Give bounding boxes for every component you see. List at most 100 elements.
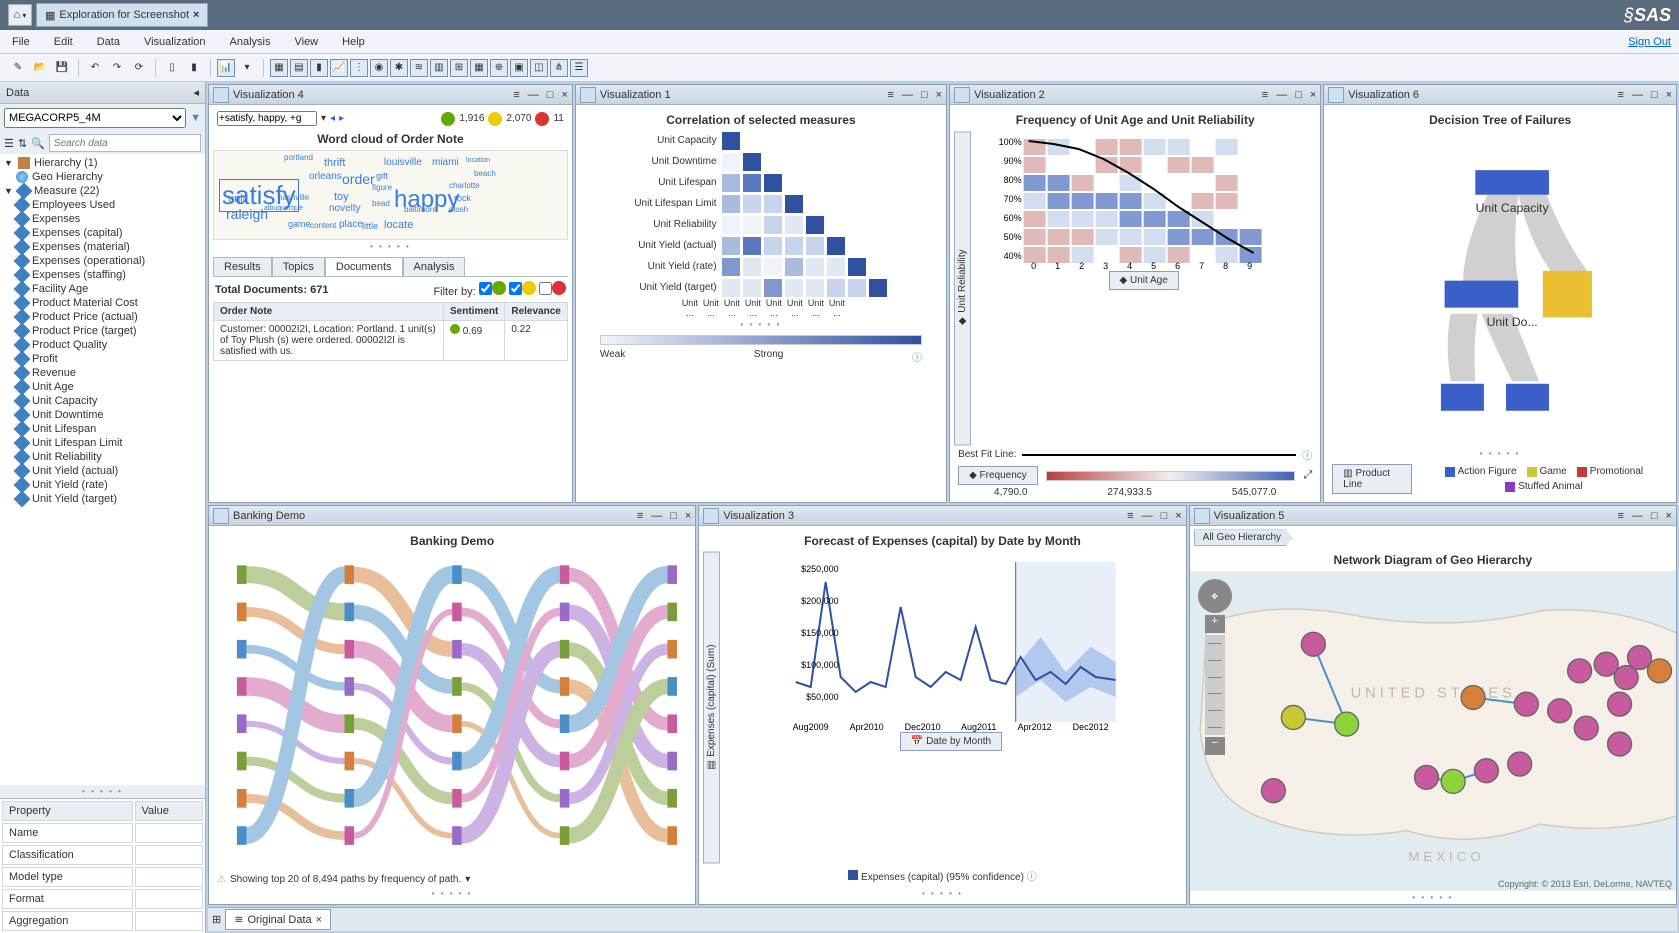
measure-group[interactable]: ▼ Measure (22) (0, 184, 205, 198)
corr-cell[interactable] (847, 257, 867, 277)
measure-item[interactable]: Employees Used (0, 198, 205, 212)
word-location[interactable]: location (466, 157, 490, 164)
search-input[interactable] (49, 134, 201, 152)
map-nav-controls[interactable]: ✥ + − (1198, 579, 1232, 755)
maximize-icon[interactable]: □ (547, 89, 554, 101)
geo-map[interactable]: UNITED STATES MEXICO ✥ + (1190, 571, 1676, 891)
word-baltimore[interactable]: baltimore (404, 205, 437, 214)
measure-item[interactable]: Facility Age (0, 282, 205, 296)
corr-cell[interactable] (826, 152, 846, 172)
corr-cell[interactable] (805, 215, 825, 235)
corr-cell[interactable] (847, 194, 867, 214)
pan-control[interactable]: ✥ (1198, 579, 1232, 613)
word-order[interactable]: order (342, 171, 375, 187)
reliability-chart[interactable]: 100%90%80%70%60%50%40% 0123456789 (971, 131, 1316, 271)
corr-cell[interactable] (742, 236, 762, 256)
x-axis-button[interactable]: ◆ Unit Age (1109, 271, 1179, 290)
word-plush[interactable]: plush (449, 205, 468, 214)
word-orleans[interactable]: orleans (309, 171, 342, 182)
geo-hierarchy-item[interactable]: Geo Hierarchy (0, 170, 205, 184)
word-beach[interactable]: beach (474, 169, 496, 178)
tab-documents[interactable]: Documents (325, 257, 403, 276)
menu-analysis[interactable]: Analysis (226, 34, 275, 50)
measure-item[interactable]: Unit Yield (rate) (0, 478, 205, 492)
corr-cell[interactable] (721, 278, 741, 298)
viz1-titlebar[interactable]: Visualization 1 ≡—□× (576, 85, 946, 105)
measure-item[interactable]: Unit Lifespan Limit (0, 436, 205, 450)
menu-edit[interactable]: Edit (50, 34, 77, 50)
measure-item[interactable]: Expenses (0, 212, 205, 226)
corr-cell[interactable] (847, 278, 867, 298)
tb-line-icon[interactable]: 📈 (330, 59, 348, 77)
measure-item[interactable]: Revenue (0, 366, 205, 380)
word-locate[interactable]: locate (384, 219, 413, 231)
corr-cell[interactable] (784, 131, 804, 151)
corr-cell[interactable] (742, 257, 762, 277)
corr-cell[interactable] (784, 236, 804, 256)
corr-cell[interactable] (784, 278, 804, 298)
word-little[interactable]: little (362, 221, 378, 231)
corr-cell[interactable] (721, 131, 741, 151)
corr-cell[interactable] (868, 236, 888, 256)
banking-titlebar[interactable]: Banking Demo ≡—□× (209, 506, 695, 526)
tb-open-icon[interactable]: 📂 (30, 58, 50, 78)
corr-cell[interactable] (868, 194, 888, 214)
corr-cell[interactable] (763, 131, 783, 151)
corr-cell[interactable] (868, 131, 888, 151)
y-axis-button[interactable]: ▥ Expenses (capital) (Sum) (703, 552, 720, 864)
corr-cell[interactable] (742, 194, 762, 214)
measure-item[interactable]: Unit Yield (target) (0, 492, 205, 506)
expand-icon[interactable]: ⤢ (1303, 469, 1312, 482)
menu-view[interactable]: View (290, 34, 322, 50)
zoom-slider[interactable] (1205, 635, 1225, 735)
menu-visualization[interactable]: Visualization (140, 34, 210, 50)
tb-wordcloud-icon[interactable]: ☰ (570, 59, 588, 77)
geo-breadcrumb[interactable]: All Geo Hierarchy (1194, 529, 1292, 546)
tb-save-icon[interactable]: 💾 (52, 58, 72, 78)
measure-item[interactable]: Unit Downtime (0, 408, 205, 422)
next-icon[interactable]: ▸ (339, 113, 344, 124)
filter-yellow-checkbox[interactable] (509, 282, 522, 295)
corr-cell[interactable] (847, 215, 867, 235)
measure-item[interactable]: Unit Yield (actual) (0, 464, 205, 478)
measure-item[interactable]: Unit Reliability (0, 450, 205, 464)
word-toy[interactable]: toy (334, 191, 349, 203)
menu-help[interactable]: Help (338, 34, 369, 50)
tb-treemap-icon[interactable]: ▣ (510, 59, 528, 77)
corr-cell[interactable] (805, 152, 825, 172)
corr-cell[interactable] (784, 152, 804, 172)
tb-geo-icon[interactable]: ⊕ (490, 59, 508, 77)
corr-cell[interactable] (763, 194, 783, 214)
corr-cell[interactable] (763, 236, 783, 256)
word-bead[interactable]: bead (372, 199, 390, 208)
word-raleigh[interactable]: raleigh (226, 206, 268, 222)
viz5-titlebar[interactable]: Visualization 5 ≡—□× (1190, 506, 1676, 526)
corr-cell[interactable] (805, 257, 825, 277)
word-rock[interactable]: rock (454, 193, 471, 203)
tab-analysis[interactable]: Analysis (403, 257, 466, 276)
tb-network-icon[interactable]: ✱ (390, 59, 408, 77)
filter-icon[interactable]: ▼ (190, 112, 201, 124)
prev-icon[interactable]: ◂ (330, 113, 335, 124)
tb-heatmap-icon[interactable]: ▦ (470, 59, 488, 77)
filter-red-checkbox[interactable] (539, 282, 552, 295)
measure-item[interactable]: Product Quality (0, 338, 205, 352)
corr-cell[interactable] (826, 194, 846, 214)
tb-scatter-icon[interactable]: ⋮ (350, 59, 368, 77)
corr-cell[interactable] (805, 131, 825, 151)
dropdown-icon[interactable]: ▾ (321, 113, 326, 124)
word-cloud[interactable]: satisfyhappyorderraleighunitthriftorlean… (213, 150, 568, 240)
corr-cell[interactable] (721, 194, 741, 214)
word-charlotte[interactable]: charlotte (449, 181, 480, 190)
corr-cell[interactable] (826, 215, 846, 235)
collapse-icon[interactable]: ◂ (193, 86, 199, 99)
filter-green-checkbox[interactable] (479, 282, 492, 295)
corr-cell[interactable] (868, 173, 888, 193)
corr-cell[interactable] (742, 278, 762, 298)
table-row[interactable]: Customer: 00002I2I, Location: Portland. … (214, 321, 568, 361)
word-louisville[interactable]: louisville (384, 157, 422, 168)
corr-cell[interactable] (784, 257, 804, 277)
word-albuquerque[interactable]: albuquerque (264, 205, 303, 212)
exploration-tab[interactable]: ▦ Exploration for Screenshot × (36, 3, 208, 27)
corr-cell[interactable] (805, 278, 825, 298)
